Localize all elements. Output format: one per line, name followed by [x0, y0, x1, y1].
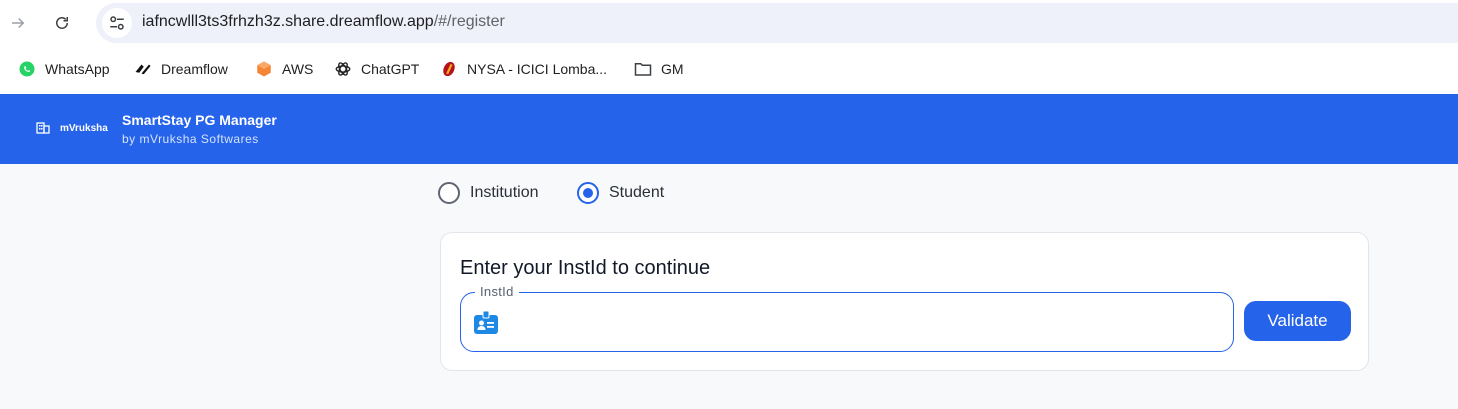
radio-student[interactable]: Student — [577, 182, 664, 204]
card-title: Enter your InstId to continue — [460, 257, 711, 279]
app-title: SmartStay PG Manager — [122, 112, 277, 128]
bookmarks-bar: WhatsApp Dreamflow AWS ChatGPT NYSA - IC… — [0, 46, 1458, 93]
validate-button[interactable]: Validate — [1244, 301, 1351, 341]
badge-icon — [474, 310, 498, 334]
instid-field-label: InstId — [475, 284, 519, 299]
building-icon — [36, 122, 50, 134]
radio-label: Student — [609, 184, 665, 201]
bookmark-dreamflow[interactable]: Dreamflow — [134, 58, 228, 80]
instid-input[interactable] — [509, 303, 1209, 341]
dreamflow-icon — [134, 60, 152, 78]
bookmark-label: AWS — [282, 61, 314, 77]
radio-circle-student[interactable] — [577, 182, 599, 204]
tune-icon — [110, 16, 124, 30]
app-header: mVruksha SmartStay PG Manager by mVruksh… — [0, 94, 1458, 164]
instid-card: Enter your InstId to continue InstId Val… — [440, 232, 1369, 371]
chatgpt-icon — [334, 60, 352, 78]
brand-logo[interactable]: mVruksha — [36, 122, 108, 134]
url-text[interactable]: iafncwlll3ts3frhzh3z.share.dreamflow.app… — [142, 13, 505, 31]
folder-icon — [634, 60, 652, 78]
reload-button[interactable] — [48, 9, 76, 37]
bookmark-folder-gm[interactable]: GM — [634, 58, 684, 80]
whatsapp-icon — [18, 60, 36, 78]
radio-circle-institution[interactable] — [438, 182, 460, 204]
radio-label: Institution — [470, 184, 539, 201]
bookmark-whatsapp[interactable]: WhatsApp — [18, 58, 110, 80]
browser-toolbar: iafncwlll3ts3frhzh3z.share.dreamflow.app… — [0, 0, 1458, 46]
radio-institution[interactable]: Institution — [438, 182, 538, 204]
bookmark-chatgpt[interactable]: ChatGPT — [334, 58, 419, 80]
instid-field[interactable]: InstId — [460, 284, 1234, 352]
site-info-button[interactable] — [102, 8, 132, 38]
bookmark-label: NYSA - ICICI Lomba... — [467, 61, 608, 77]
register-content: Institution Student Enter your InstId to… — [0, 164, 1458, 409]
bookmark-icici[interactable]: NYSA - ICICI Lomba... — [440, 58, 607, 80]
icici-icon — [440, 60, 458, 78]
bookmark-label: GM — [661, 61, 684, 77]
app-subtitle: by mVruksha Softwares — [122, 132, 259, 146]
aws-icon — [255, 60, 273, 78]
bookmark-label: WhatsApp — [45, 61, 110, 77]
reload-icon — [56, 17, 68, 29]
logo-text: mVruksha — [60, 122, 108, 134]
forward-arrow-icon — [12, 17, 25, 29]
url-host: iafncwlll3ts3frhzh3z.share.dreamflow.app — [142, 13, 434, 30]
url-path: /#/register — [433, 13, 505, 30]
bookmark-label: ChatGPT — [361, 61, 420, 77]
bookmark-aws[interactable]: AWS — [255, 58, 313, 80]
address-bar[interactable]: iafncwlll3ts3frhzh3z.share.dreamflow.app… — [96, 3, 1458, 43]
forward-button[interactable] — [4, 9, 32, 37]
bookmark-label: Dreamflow — [161, 61, 228, 77]
